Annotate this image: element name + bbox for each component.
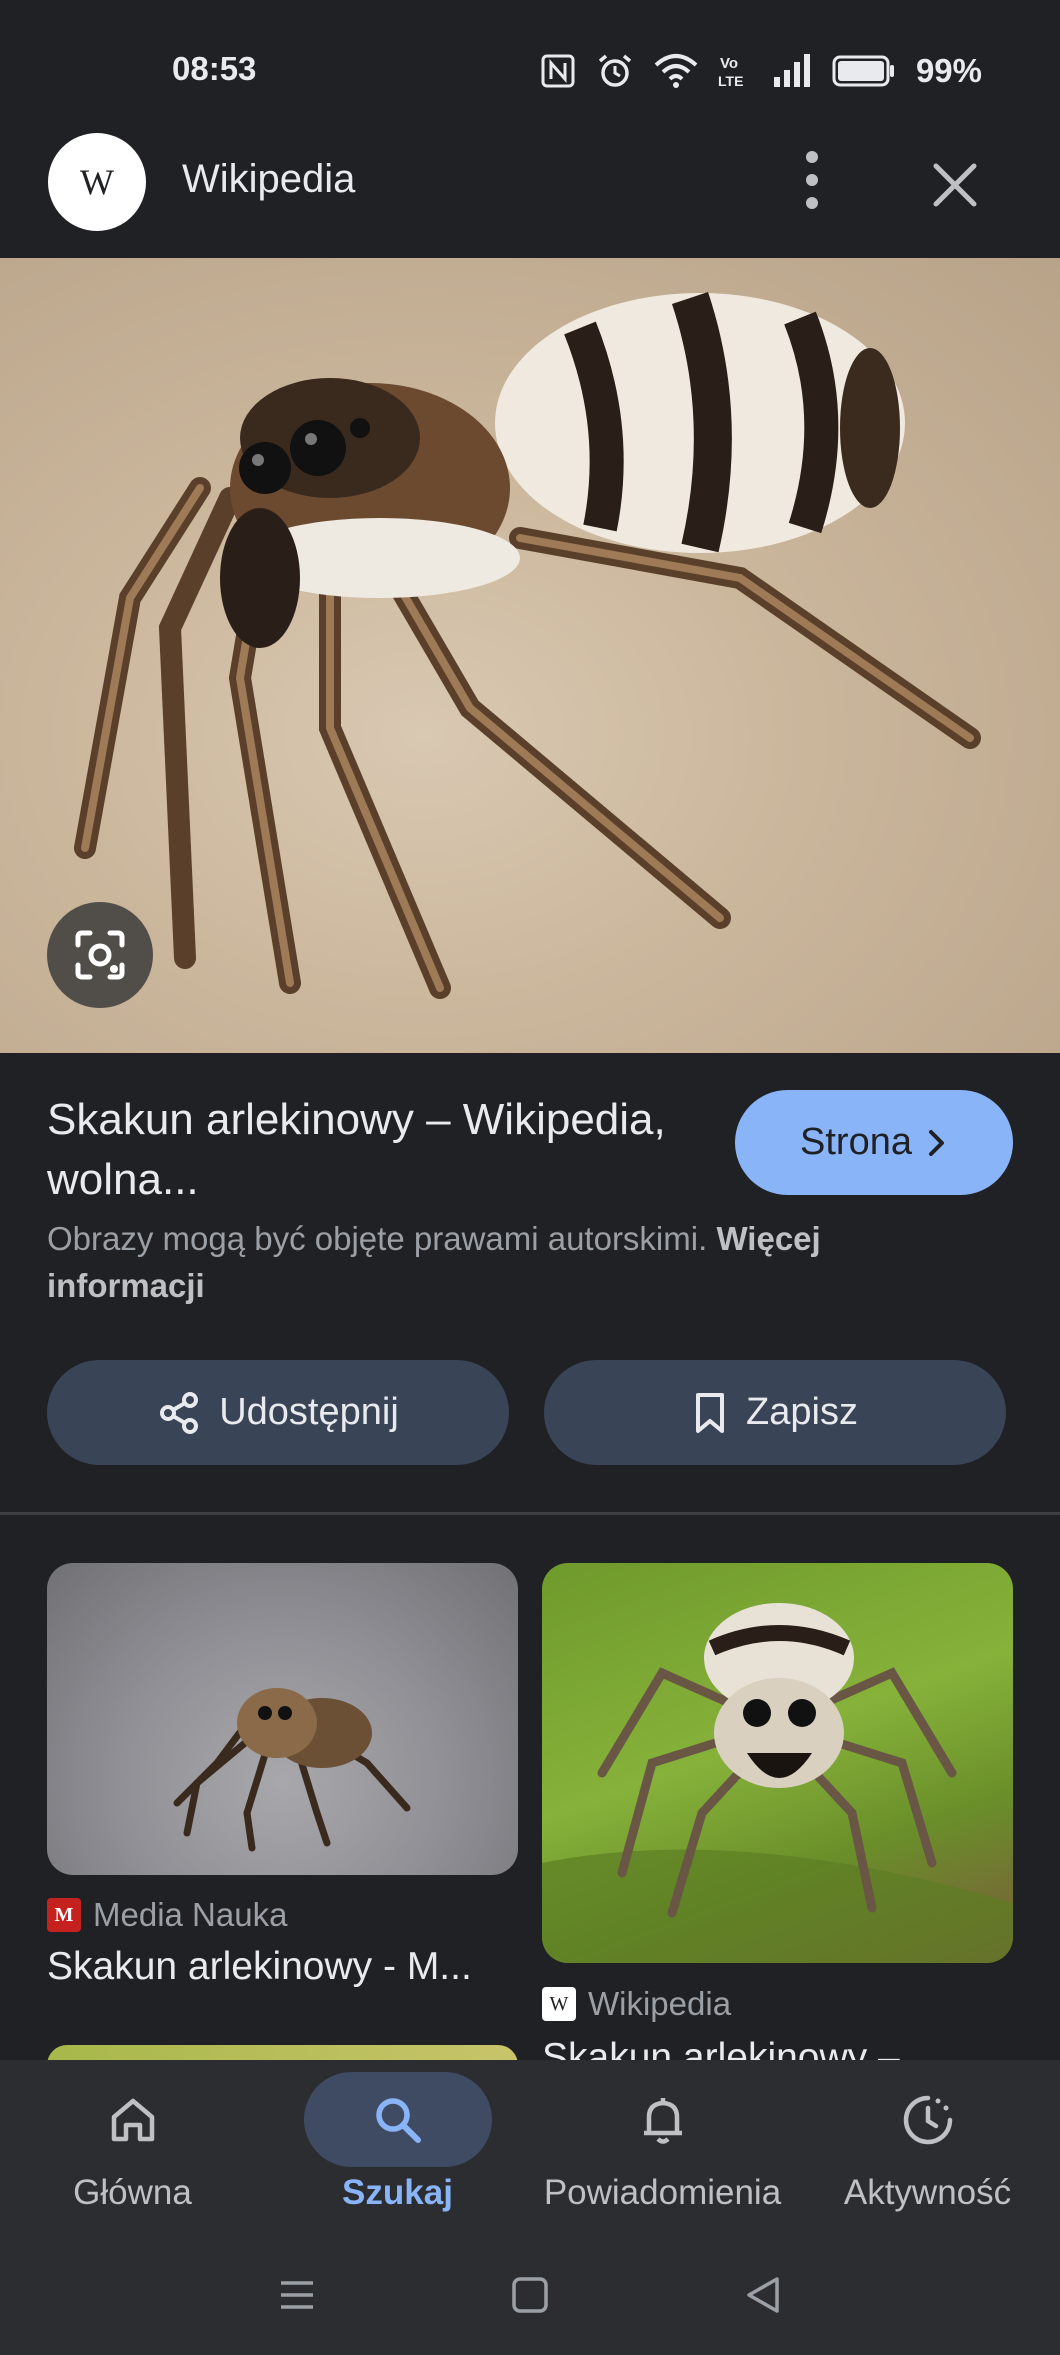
home-square-icon[interactable] bbox=[510, 2275, 550, 2315]
related-source-media-nauka[interactable]: M Media Nauka bbox=[47, 1896, 287, 1934]
logo-letter: W bbox=[80, 162, 114, 202]
spider-thumbnail bbox=[542, 1603, 1013, 1963]
more-vert-icon bbox=[806, 151, 818, 209]
share-icon bbox=[160, 1391, 199, 1434]
more-options-button[interactable] bbox=[790, 145, 834, 215]
svg-text:Vo: Vo bbox=[720, 55, 738, 72]
hero-image[interactable] bbox=[0, 258, 1060, 1053]
home-icon bbox=[111, 2098, 154, 2141]
signal-icon bbox=[773, 54, 810, 87]
section-divider bbox=[0, 1512, 1060, 1515]
status-icons: Vo LTE 99% bbox=[540, 50, 982, 92]
bookmark-icon bbox=[696, 1392, 725, 1433]
nav-item-notifications[interactable]: Powiadomienia bbox=[530, 2060, 795, 2235]
chevron-right-icon bbox=[928, 1129, 944, 1156]
nav-label: Szukaj bbox=[342, 2173, 453, 2212]
recent-apps-icon[interactable] bbox=[277, 2275, 317, 2315]
source-name: Wikipedia bbox=[588, 1985, 732, 2022]
svg-text:LTE: LTE bbox=[718, 73, 743, 89]
google-lens-icon bbox=[75, 930, 125, 980]
wikipedia-favicon: W bbox=[542, 1987, 576, 2021]
search-icon bbox=[375, 2097, 421, 2143]
nav-item-search[interactable]: Szukaj bbox=[265, 2060, 530, 2235]
system-navigation-bar bbox=[0, 2235, 1060, 2355]
battery-icon bbox=[832, 55, 894, 87]
bell-icon bbox=[643, 2097, 682, 2144]
visit-page-label: Strona bbox=[800, 1121, 912, 1163]
share-label: Udostępnij bbox=[219, 1391, 399, 1433]
close-icon bbox=[933, 163, 977, 207]
volte-icon: Vo LTE bbox=[718, 55, 743, 89]
save-label: Zapisz bbox=[746, 1391, 858, 1433]
battery-percent: 99% bbox=[915, 52, 982, 89]
google-lens-button[interactable] bbox=[47, 902, 153, 1008]
nav-item-home[interactable]: Główna bbox=[0, 2060, 265, 2235]
nav-label: Aktywność bbox=[843, 2173, 1012, 2212]
save-button[interactable]: Zapisz bbox=[544, 1360, 1006, 1465]
related-image-media-nauka[interactable] bbox=[47, 1563, 518, 1875]
bottom-navigation: Główna Szukaj Powiadomienia Aktywność bbox=[0, 2060, 1060, 2235]
close-button[interactable] bbox=[920, 150, 990, 220]
related-title[interactable]: Skakun arlekinowy - M... bbox=[47, 1945, 518, 1989]
app-header: W Wikipedia bbox=[0, 105, 1060, 257]
nav-label: Powiadomienia bbox=[543, 2173, 782, 2212]
wikipedia-logo: W bbox=[48, 133, 146, 231]
nav-item-activity[interactable]: Aktywność bbox=[795, 2060, 1060, 2235]
header-title: Wikipedia bbox=[182, 157, 356, 201]
related-title[interactable]: Skakun arlekinowy – bbox=[542, 2033, 1013, 2060]
activity-icon bbox=[903, 2095, 952, 2144]
media-nauka-favicon: M bbox=[47, 1898, 81, 1932]
source-name: Media Nauka bbox=[93, 1896, 288, 1933]
nav-label: Główna bbox=[73, 2173, 192, 2212]
result-title[interactable]: Skakun arlekinowy – Wikipedia, wolna... bbox=[47, 1090, 687, 1210]
back-triangle-icon[interactable] bbox=[743, 2275, 783, 2315]
wifi-icon bbox=[654, 54, 698, 88]
copyright-text: Obrazy mogą być objęte prawami autorskim… bbox=[47, 1220, 708, 1257]
related-source-wikipedia[interactable]: W Wikipedia bbox=[542, 1985, 731, 2023]
copyright-notice: Obrazy mogą być objęte prawami autorskim… bbox=[47, 1215, 987, 1309]
related-image-wikipedia[interactable] bbox=[542, 1563, 1013, 1963]
alarm-icon bbox=[598, 54, 632, 87]
spider-thumbnail bbox=[173, 1688, 411, 1852]
visit-page-button[interactable]: Strona bbox=[735, 1090, 1013, 1195]
spider-illustration bbox=[74, 291, 981, 999]
status-bar: 08:53 Vo LTE 99% bbox=[0, 0, 1060, 105]
share-button[interactable]: Udostępnij bbox=[47, 1360, 509, 1465]
nfc-icon bbox=[541, 54, 575, 88]
status-time: 08:53 bbox=[172, 50, 257, 87]
